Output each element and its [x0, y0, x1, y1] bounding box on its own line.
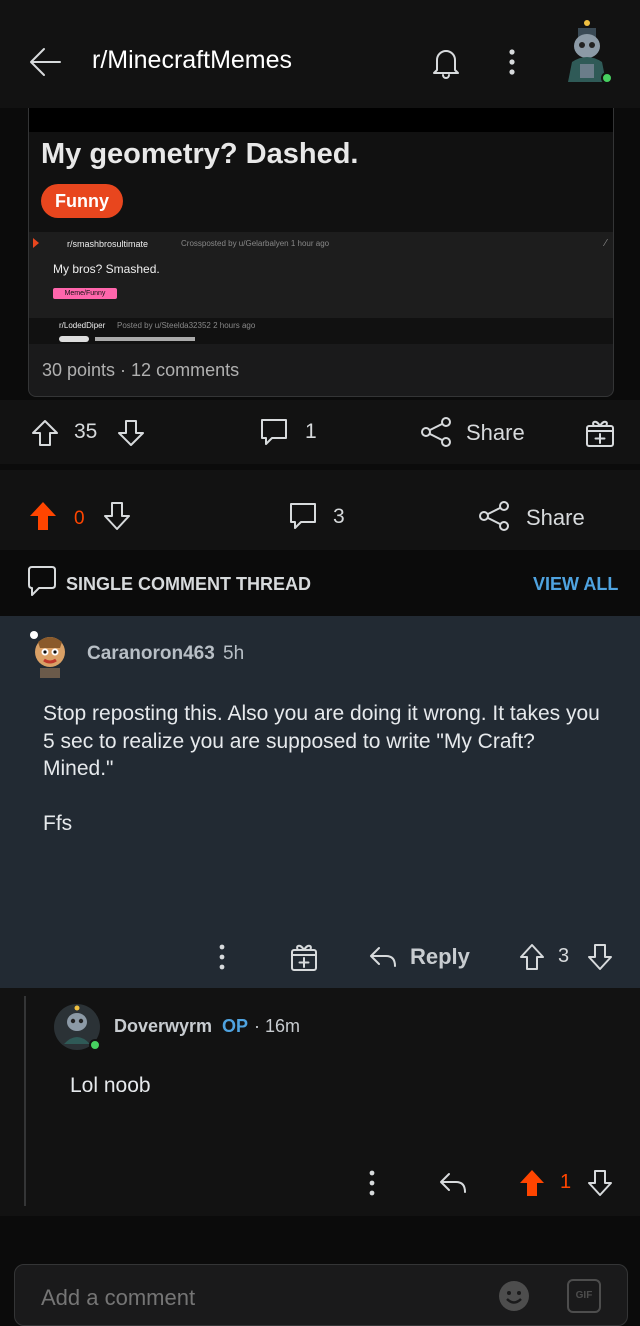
- subreddit-title[interactable]: r/MinecraftMemes: [92, 46, 292, 75]
- reply-arrow-icon[interactable]: [438, 1168, 468, 1198]
- reply-body: Lol noob: [70, 1074, 151, 1097]
- comment-timestamp: 5h: [223, 643, 245, 664]
- comment-icon[interactable]: [287, 500, 319, 532]
- crosspost-card[interactable]: My geometry? Dashed. Funny r/smashbrosul…: [28, 108, 614, 397]
- comment-more-icon[interactable]: [210, 940, 234, 974]
- user-avatar[interactable]: [560, 18, 614, 84]
- image-post-title: My geometry? Dashed.: [41, 138, 359, 170]
- crosspost-meta: 30 points · 12 comments: [42, 360, 240, 380]
- reply-comment: Doverwyrm OP · 16m Lol noob 1: [0, 988, 640, 1216]
- reply-arrow-icon[interactable]: [368, 942, 398, 972]
- reply-username[interactable]: Doverwyrm: [114, 1016, 212, 1037]
- post-action-bar: 35 1 Share: [0, 400, 640, 464]
- thread-label: SINGLE COMMENT THREAD: [66, 574, 311, 594]
- image-xpost-title: My bros? Smashed.: [53, 262, 160, 276]
- comment-username[interactable]: Caranoron463: [87, 643, 215, 665]
- reply-button[interactable]: Reply: [410, 944, 470, 970]
- comment-icon[interactable]: [258, 416, 290, 448]
- op-badge: OP: [222, 1016, 249, 1036]
- image-orig-meta: Posted by u/Steelda32352 2 hours ago: [117, 321, 256, 330]
- share-icon[interactable]: [478, 500, 510, 532]
- replier-avatar[interactable]: [52, 1002, 102, 1052]
- crosspost-comment-count: 3: [333, 505, 345, 528]
- downvote-icon[interactable]: [586, 1168, 614, 1198]
- comment-composer[interactable]: GIF: [14, 1264, 628, 1326]
- more-options-icon[interactable]: [500, 44, 524, 80]
- commenter-avatar[interactable]: [26, 630, 72, 678]
- image-flair: Funny: [41, 184, 123, 218]
- gif-button[interactable]: GIF: [567, 1279, 601, 1313]
- share-button[interactable]: Share: [526, 505, 585, 531]
- thread-header: SINGLE COMMENT THREAD VIEW ALL: [0, 550, 640, 616]
- post-comment-count: 1: [305, 420, 317, 443]
- image-orig-sub: r/LodedDiper: [59, 321, 106, 330]
- upvote-icon[interactable]: [518, 942, 546, 972]
- share-button[interactable]: Share: [466, 420, 525, 446]
- comment-score: 3: [558, 945, 570, 967]
- post-score: 35: [74, 420, 98, 443]
- upvote-icon[interactable]: [30, 418, 60, 448]
- crosspost-action-bar: 0 3 Share: [0, 470, 640, 550]
- thread-line[interactable]: [24, 996, 26, 1206]
- image-xpost-tag: Meme/Funny: [53, 288, 117, 299]
- image-xpost-sub: r/smashbrosultimate: [67, 239, 149, 249]
- comment-body: Stop reposting this. Also you are doing …: [43, 702, 600, 835]
- image-xpost-meta: Crossposted by u/Gelarbalyen 1 hour ago: [181, 239, 330, 248]
- bell-icon[interactable]: [428, 44, 464, 80]
- reply-timestamp: · 16m: [254, 1016, 301, 1036]
- downvote-icon[interactable]: [586, 942, 614, 972]
- post-image[interactable]: My geometry? Dashed. Funny r/smashbrosul…: [29, 108, 613, 344]
- emoji-icon[interactable]: [497, 1279, 531, 1313]
- back-arrow-icon[interactable]: [28, 44, 64, 80]
- image-edit-icon: ⁄: [605, 238, 607, 249]
- award-icon[interactable]: [289, 940, 319, 972]
- image-cropped-text: [59, 336, 199, 342]
- upvote-active-icon[interactable]: [518, 1168, 546, 1198]
- crosspost-score: 0: [74, 508, 85, 529]
- comment-bubble-icon: [26, 564, 58, 598]
- upvote-active-icon[interactable]: [28, 500, 58, 532]
- downvote-icon[interactable]: [102, 500, 132, 532]
- reply-score: 1: [560, 1171, 572, 1193]
- top-app-bar: r/MinecraftMemes: [0, 0, 640, 108]
- reply-more-icon[interactable]: [360, 1166, 384, 1200]
- award-icon[interactable]: [584, 416, 616, 448]
- highlighted-comment: Caranoron463 5h Stop reposting this. Als…: [0, 616, 640, 988]
- image-topbar: [29, 108, 613, 132]
- downvote-icon[interactable]: [116, 418, 146, 448]
- share-icon[interactable]: [420, 416, 452, 448]
- view-all-link[interactable]: VIEW ALL: [533, 574, 618, 595]
- image-upvote-icon: [33, 238, 39, 248]
- add-comment-input[interactable]: [41, 1285, 481, 1311]
